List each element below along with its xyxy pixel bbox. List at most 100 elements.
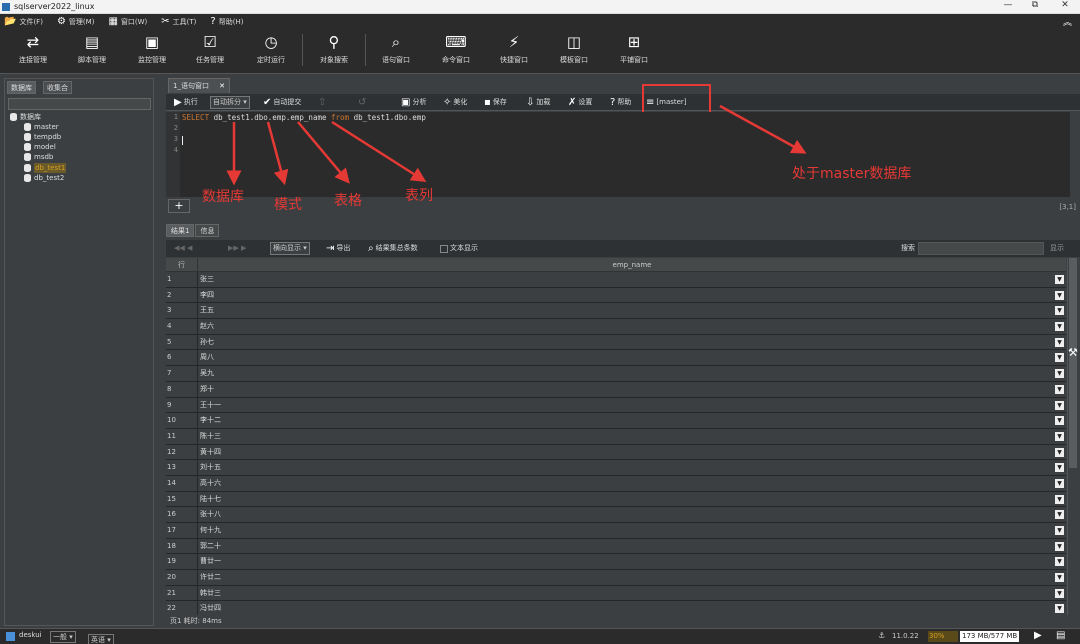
cell-emp-name[interactable]: 许廿二 (200, 570, 221, 585)
tab-collections[interactable]: 收集合 (43, 81, 72, 94)
cell-dropdown-icon[interactable]: ▼ (1055, 322, 1064, 332)
ribbon-tile-window[interactable]: ⊞ 平铺窗口 (604, 29, 664, 74)
cell-dropdown-icon[interactable]: ▼ (1055, 384, 1064, 394)
cell-dropdown-icon[interactable]: ▼ (1055, 573, 1064, 583)
table-row[interactable]: 15 陆十七 ▼ (166, 491, 1066, 508)
cell-dropdown-icon[interactable]: ▼ (1055, 275, 1064, 284)
cell-dropdown-icon[interactable]: ▼ (1055, 463, 1064, 473)
cell-emp-name[interactable]: 高十六 (200, 476, 221, 491)
cell-emp-name[interactable]: 张十八 (200, 507, 221, 522)
tree-item-master[interactable]: master (24, 122, 59, 132)
beautify-button[interactable]: ✧ 美化 (443, 96, 467, 109)
total-count-button[interactable]: ⌕ 结果集总条数 (368, 242, 418, 255)
cell-emp-name[interactable]: 郭二十 (200, 539, 221, 554)
menu-manage[interactable]: ⚙ 管理(M) (57, 16, 94, 27)
table-row[interactable]: 7 吴九 ▼ (166, 366, 1066, 382)
load-button[interactable]: ⇩ 加载 (526, 96, 550, 109)
menu-window[interactable]: ▦ 窗口(W) (108, 16, 147, 27)
table-row[interactable]: 2 李四 ▼ (166, 287, 1066, 304)
commit-button[interactable]: ⇧ (318, 96, 326, 109)
cell-emp-name[interactable]: 刘十五 (200, 460, 221, 475)
cell-emp-name[interactable]: 李十二 (200, 413, 221, 428)
table-row[interactable]: 14 高十六 ▼ (166, 475, 1066, 492)
cell-dropdown-icon[interactable]: ▼ (1055, 557, 1064, 567)
cell-dropdown-icon[interactable]: ▼ (1055, 306, 1064, 316)
cell-dropdown-icon[interactable]: ▼ (1055, 541, 1064, 551)
tree-item-model[interactable]: model (24, 142, 56, 152)
split-mode-select[interactable]: 自动拆分 ▾ (210, 96, 250, 109)
tree-item-tempdb[interactable]: tempdb (24, 132, 61, 142)
cell-emp-name[interactable]: 吴九 (200, 366, 214, 381)
sql-editor[interactable]: 1 2 3 4 SELECT db_test1.dbo.emp.emp_name… (166, 112, 1080, 197)
ribbon-template-window[interactable]: ◫ 模板窗口 (544, 29, 604, 74)
ribbon-task-manager[interactable]: ☑ 任务管理 (180, 29, 240, 74)
history-button[interactable]: ↺ (358, 96, 366, 109)
cell-emp-name[interactable]: 王五 (200, 303, 214, 318)
table-row[interactable]: 18 郭二十 ▼ (166, 538, 1066, 555)
menu-tools[interactable]: ✂ 工具(T) (161, 16, 196, 27)
menu-file[interactable]: 📂 文件(F) (4, 16, 43, 27)
table-row[interactable]: 5 孙七 ▼ (166, 334, 1066, 351)
cell-dropdown-icon[interactable]: ▼ (1055, 290, 1064, 300)
ribbon-quick-window[interactable]: ⚡ 快捷窗口 (484, 29, 544, 74)
analyze-button[interactable]: ▣ 分析 (401, 96, 426, 109)
tree-item-msdb[interactable]: msdb (24, 152, 53, 162)
tree-filter-input[interactable] (8, 98, 151, 110)
collapse-ribbon-icon[interactable]: ︽ (1063, 15, 1072, 28)
cell-dropdown-icon[interactable]: ▼ (1055, 510, 1064, 520)
maximize-button[interactable]: ⧉ (1020, 0, 1050, 10)
ribbon-scheduled-run[interactable]: ◷ 定时运行 (241, 29, 301, 74)
table-row[interactable]: 21 韩廿三 ▼ (166, 585, 1066, 602)
minimize-button[interactable]: — (993, 0, 1023, 10)
cell-emp-name[interactable]: 李四 (200, 288, 214, 303)
cell-emp-name[interactable]: 陈十三 (200, 429, 221, 444)
cell-dropdown-icon[interactable]: ▼ (1055, 353, 1064, 363)
tree-root[interactable]: 数据库 (10, 112, 41, 122)
cell-dropdown-icon[interactable]: ▼ (1055, 337, 1064, 347)
cell-dropdown-icon[interactable]: ▼ (1055, 400, 1064, 410)
column-header-emp-name[interactable]: emp_name (198, 258, 1066, 272)
cell-emp-name[interactable]: 郑十 (200, 382, 214, 397)
play-icon[interactable]: ▶ (1034, 630, 1042, 641)
close-tab-icon[interactable]: ✕ (219, 79, 225, 93)
export-button[interactable]: ⇥ 导出 (326, 242, 350, 255)
cell-dropdown-icon[interactable]: ▼ (1055, 526, 1064, 535)
tree-item-db-test2[interactable]: db_test2 (24, 173, 64, 183)
table-row[interactable]: 22 冯廿四 ▼ (166, 601, 1066, 615)
cell-emp-name[interactable]: 张三 (200, 272, 214, 287)
cell-dropdown-icon[interactable]: ▼ (1055, 494, 1064, 504)
tab-statement-window[interactable]: 1_语句窗口 ✕ (168, 78, 230, 93)
first-page-icon[interactable]: ◀◀ ◀ (174, 242, 192, 255)
grid-scrollbar[interactable] (1067, 258, 1078, 615)
cell-emp-name[interactable]: 韩廿三 (200, 586, 221, 601)
tab-info[interactable]: 信息 (195, 224, 220, 237)
cell-dropdown-icon[interactable]: ▼ (1055, 478, 1064, 488)
cell-dropdown-icon[interactable]: ▼ (1055, 431, 1064, 441)
table-row[interactable]: 9 王十一 ▼ (166, 397, 1066, 414)
save-button[interactable]: ▪ 保存 (484, 96, 507, 109)
cell-dropdown-icon[interactable]: ▼ (1055, 588, 1064, 598)
checkbox[interactable] (440, 244, 448, 253)
cell-emp-name[interactable]: 黄十四 (200, 445, 221, 460)
ribbon-command-window[interactable]: ⌨ 命令窗口 (426, 29, 486, 74)
cell-emp-name[interactable]: 冯廿四 (200, 601, 221, 615)
table-row[interactable]: 10 李十二 ▼ (166, 413, 1066, 429)
show-button[interactable]: 显示 (1050, 242, 1064, 255)
result-search-input[interactable] (918, 242, 1044, 255)
table-row[interactable]: 4 赵六 ▼ (166, 319, 1066, 335)
wrench-icon[interactable]: ⚒ (1068, 346, 1078, 359)
autocommit-toggle[interactable]: ✔ 自动提交 (263, 96, 301, 109)
table-row[interactable]: 12 黄十四 ▼ (166, 444, 1066, 461)
cell-emp-name[interactable]: 何十九 (200, 523, 221, 538)
table-row[interactable]: 1 张三 ▼ (166, 272, 1066, 288)
next-page-icon[interactable]: ▶▶ ▶ (228, 242, 246, 255)
text-display-toggle[interactable]: 文本显示 (440, 242, 478, 255)
cell-emp-name[interactable]: 曹廿一 (200, 554, 221, 569)
ribbon-connection-manager[interactable]: ⇄ 连接管理 (3, 29, 63, 74)
display-mode-select[interactable]: 横向显示 ▾ (270, 242, 310, 255)
table-row[interactable]: 3 王五 ▼ (166, 303, 1066, 320)
cell-emp-name[interactable]: 王十一 (200, 398, 221, 413)
ribbon-statement-window[interactable]: ⌕ 语句窗口 (366, 29, 426, 74)
table-row[interactable]: 19 曹廿一 ▼ (166, 554, 1066, 571)
ribbon-object-search[interactable]: ⚲ 对象搜索 (304, 29, 364, 74)
